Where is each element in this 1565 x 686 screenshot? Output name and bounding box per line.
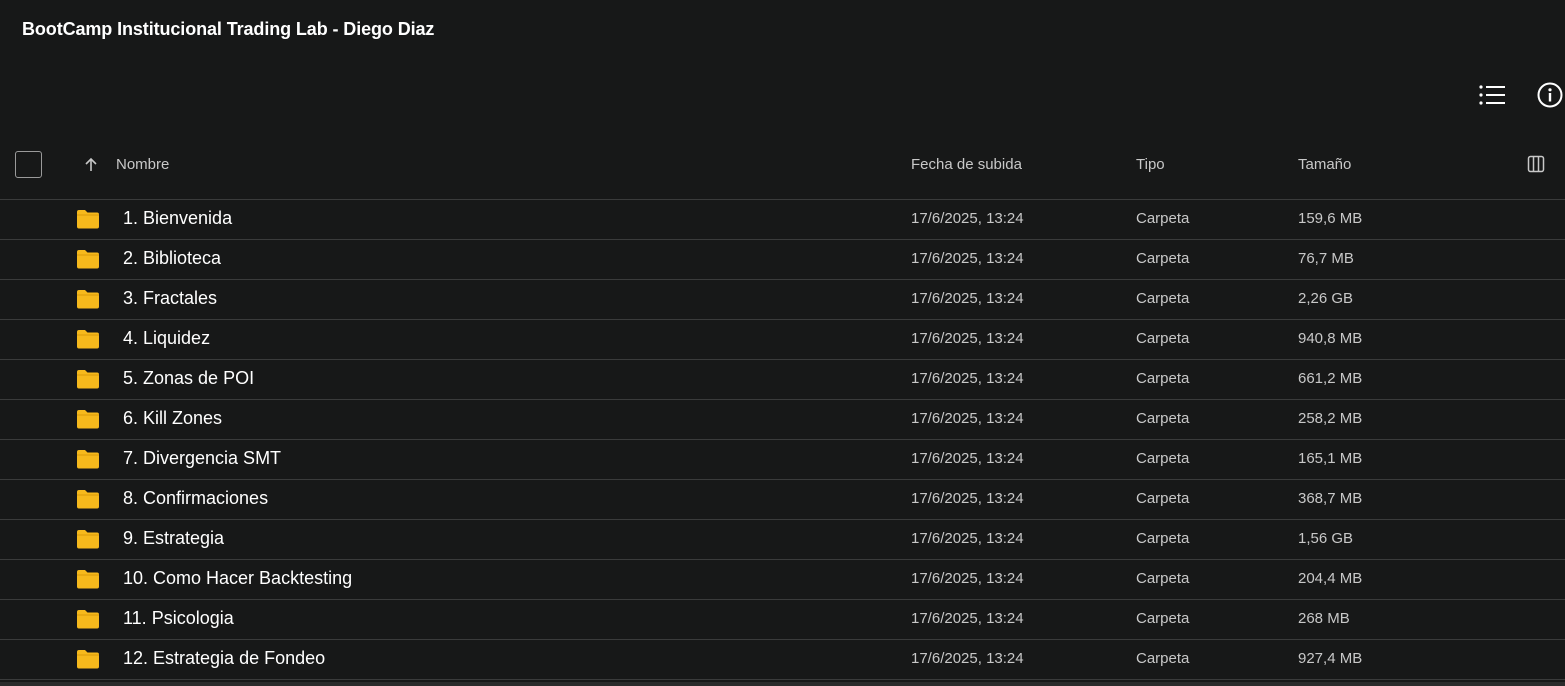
file-name: 6. Kill Zones — [123, 408, 223, 428]
table-row[interactable]: 7. Divergencia SMT 17/6/2025, 13:24 Carp… — [0, 440, 1565, 480]
file-type: Carpeta — [1136, 410, 1190, 427]
file-type: Carpeta — [1136, 530, 1190, 547]
file-name: 4. Liquidez — [123, 328, 211, 348]
table-row[interactable]: 5. Zonas de POI 17/6/2025, 13:24 Carpeta… — [0, 360, 1565, 400]
table-header: Nombre Fecha de subida Tipo Tamaño — [0, 140, 1565, 200]
table-row[interactable]: 4. Liquidez 17/6/2025, 13:24 Carpeta 940… — [0, 320, 1565, 360]
folder-icon — [77, 570, 99, 589]
file-name: 11. Psicologia — [123, 608, 234, 628]
file-type: Carpeta — [1136, 250, 1190, 267]
upload-date: 17/6/2025, 13:24 — [911, 450, 1024, 467]
file-type: Carpeta — [1136, 370, 1190, 387]
file-type: Carpeta — [1136, 610, 1190, 627]
file-size: 927,4 MB — [1298, 650, 1363, 667]
upload-date: 17/6/2025, 13:24 — [911, 530, 1024, 547]
file-size: 368,7 MB — [1298, 490, 1363, 507]
folder-icon — [77, 450, 99, 469]
file-size: 940,8 MB — [1298, 330, 1363, 347]
info-icon — [1537, 82, 1563, 108]
file-browser: BootCamp Institucional Trading Lab - Die… — [0, 0, 1565, 686]
folder-icon — [77, 250, 99, 269]
folder-icon — [77, 610, 99, 629]
file-size: 2,26 GB — [1298, 290, 1354, 307]
table-row[interactable]: 9. Estrategia 17/6/2025, 13:24 Carpeta 1… — [0, 520, 1565, 560]
file-name: 10. Como Hacer Backtesting — [123, 568, 353, 588]
column-header-name[interactable]: Nombre — [116, 156, 169, 173]
upload-date: 17/6/2025, 13:24 — [911, 370, 1024, 387]
table-row[interactable]: 8. Confirmaciones 17/6/2025, 13:24 Carpe… — [0, 480, 1565, 520]
file-size: 268 MB — [1298, 610, 1350, 627]
upload-date: 17/6/2025, 13:24 — [911, 290, 1024, 307]
folder-icon — [77, 490, 99, 509]
file-name: 12. Estrategia de Fondeo — [123, 648, 326, 668]
upload-date: 17/6/2025, 13:24 — [911, 330, 1024, 347]
folder-icon — [77, 410, 99, 429]
file-type: Carpeta — [1136, 330, 1190, 347]
file-name: 2. Biblioteca — [123, 248, 222, 268]
file-type: Carpeta — [1136, 210, 1190, 227]
folder-icon — [77, 330, 99, 349]
file-size: 159,6 MB — [1298, 210, 1363, 227]
folder-icon — [77, 370, 99, 389]
file-type: Carpeta — [1136, 570, 1190, 587]
horizontal-scrollbar[interactable] — [0, 682, 1565, 686]
table-row[interactable]: 10. Como Hacer Backtesting 17/6/2025, 13… — [0, 560, 1565, 600]
upload-date: 17/6/2025, 13:24 — [911, 410, 1024, 427]
file-type: Carpeta — [1136, 650, 1190, 667]
file-size: 76,7 MB — [1298, 250, 1354, 267]
upload-date: 17/6/2025, 13:24 — [911, 610, 1024, 627]
upload-date: 17/6/2025, 13:24 — [911, 490, 1024, 507]
folder-icon — [77, 530, 99, 549]
file-name: 7. Divergencia SMT — [123, 448, 282, 468]
upload-date: 17/6/2025, 13:24 — [911, 570, 1024, 587]
list-view-icon — [1479, 85, 1505, 105]
file-size: 258,2 MB — [1298, 410, 1363, 427]
file-size: 165,1 MB — [1298, 450, 1363, 467]
column-header-size[interactable]: Tamaño — [1298, 156, 1351, 173]
table-row[interactable]: 2. Biblioteca 17/6/2025, 13:24 Carpeta 7… — [0, 240, 1565, 280]
table-row[interactable]: 6. Kill Zones 17/6/2025, 13:24 Carpeta 2… — [0, 400, 1565, 440]
file-type: Carpeta — [1136, 450, 1190, 467]
file-size: 661,2 MB — [1298, 370, 1363, 387]
table-row[interactable]: 3. Fractales 17/6/2025, 13:24 Carpeta 2,… — [0, 280, 1565, 320]
table-row[interactable]: 1. Bienvenida 17/6/2025, 13:24 Carpeta 1… — [0, 200, 1565, 240]
file-name: 3. Fractales — [123, 288, 218, 308]
folder-icon — [77, 210, 99, 229]
info-button[interactable] — [1535, 80, 1565, 110]
column-header-date[interactable]: Fecha de subida — [911, 156, 1022, 173]
upload-date: 17/6/2025, 13:24 — [911, 650, 1024, 667]
file-name: 1. Bienvenida — [123, 208, 233, 228]
file-list: 1. Bienvenida 17/6/2025, 13:24 Carpeta 1… — [0, 200, 1565, 680]
page-title: BootCamp Institucional Trading Lab - Die… — [22, 19, 435, 39]
file-name: 9. Estrategia — [123, 528, 225, 548]
table-row[interactable]: 12. Estrategia de Fondeo 17/6/2025, 13:2… — [0, 640, 1565, 680]
sort-ascending-icon[interactable] — [82, 156, 100, 174]
folder-icon — [77, 650, 99, 669]
file-name: 5. Zonas de POI — [123, 368, 255, 388]
upload-date: 17/6/2025, 13:24 — [911, 250, 1024, 267]
list-view-button[interactable] — [1477, 80, 1507, 110]
file-type: Carpeta — [1136, 290, 1190, 307]
table-row[interactable]: 11. Psicologia 17/6/2025, 13:24 Carpeta … — [0, 600, 1565, 640]
file-size: 1,56 GB — [1298, 530, 1354, 547]
file-size: 204,4 MB — [1298, 570, 1363, 587]
file-type: Carpeta — [1136, 490, 1190, 507]
file-name: 8. Confirmaciones — [123, 488, 269, 508]
column-header-type[interactable]: Tipo — [1136, 156, 1165, 173]
folder-icon — [77, 290, 99, 309]
upload-date: 17/6/2025, 13:24 — [911, 210, 1024, 227]
columns-icon[interactable] — [1526, 154, 1546, 174]
select-all-checkbox[interactable] — [15, 151, 42, 178]
